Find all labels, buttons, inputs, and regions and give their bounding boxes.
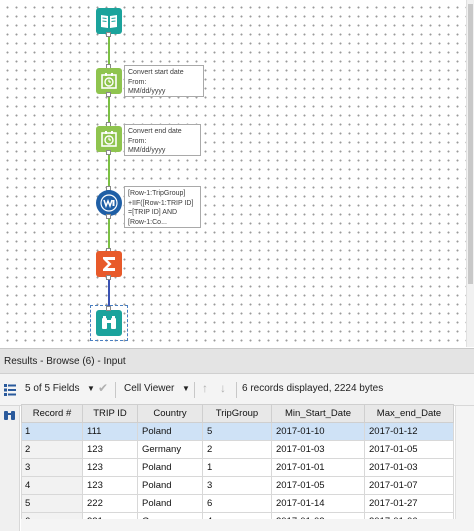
- table-cell[interactable]: Poland: [137, 458, 203, 477]
- table-cell[interactable]: 2017-01-07: [364, 476, 454, 495]
- annotation-line: [Row-1:Co...: [128, 218, 167, 226]
- connector-line: [108, 152, 110, 190]
- output-anchor[interactable]: [106, 92, 111, 97]
- scrollbar-thumb[interactable]: [468, 4, 473, 284]
- record-number-cell[interactable]: 2: [21, 440, 83, 459]
- table-cell[interactable]: 2017-01-03: [364, 458, 454, 477]
- toolbar-divider: [194, 382, 195, 398]
- table-row[interactable]: 3 123 Poland 1 2017-01-01 2017-01-03: [21, 458, 454, 477]
- tool-annotation: [Row-1:TripGroup] +IIF([Row-1:TRIP ID] =…: [124, 186, 201, 228]
- record-number-cell[interactable]: 3: [21, 458, 83, 477]
- table-cell[interactable]: Poland: [137, 494, 203, 513]
- results-vertical-scrollbar[interactable]: [455, 406, 474, 519]
- table-row[interactable]: 2 123 Germany 2 2017-01-03 2017-01-05: [21, 440, 454, 459]
- table-cell[interactable]: 2017-01-14: [271, 494, 365, 513]
- column-header[interactable]: TripGroup: [202, 404, 272, 423]
- browse-binoculars-icon: [3, 409, 16, 421]
- canvas-vertical-scrollbar[interactable]: [466, 0, 474, 347]
- table-cell[interactable]: 2017-01-27: [364, 494, 454, 513]
- table-cell[interactable]: 6: [202, 494, 272, 513]
- output-anchor[interactable]: [106, 214, 111, 219]
- records-info: 6 records displayed, 2224 bytes: [242, 383, 384, 394]
- table-row[interactable]: 5 222 Poland 6 2017-01-14 2017-01-27: [21, 494, 454, 513]
- annotation-line: MM/dd/yyyy: [128, 147, 166, 154]
- output-anchor[interactable]: [106, 32, 111, 37]
- datetime-tool-icon: [100, 72, 118, 90]
- toolbar-divider: [236, 382, 237, 398]
- multi-row-formula-icon: [100, 194, 118, 212]
- results-table: Record # TRIP ID Country TripGroup Min_S…: [21, 404, 454, 531]
- annotation-line: Convert end date: [128, 128, 182, 135]
- record-number-cell[interactable]: 1: [21, 422, 83, 441]
- annotation-line: From:: [128, 137, 147, 145]
- fields-selector[interactable]: 5 of 5 Fields: [25, 383, 79, 394]
- browse-binoculars-icon: [100, 315, 118, 331]
- checkmark-icon[interactable]: ✔: [98, 381, 108, 395]
- chevron-down-icon[interactable]: ▼: [87, 384, 95, 393]
- table-cell[interactable]: Poland: [137, 476, 203, 495]
- output-anchor[interactable]: [106, 275, 111, 280]
- table-cell[interactable]: Poland: [137, 422, 203, 441]
- tool-annotation: Convert end date From: MM/dd/yyyy: [124, 124, 201, 156]
- results-toolbar: 5 of 5 Fields ▼ ✔ Cell Viewer ▼ ↑ ↓ 6 re…: [0, 374, 474, 406]
- table-cell[interactable]: 111: [82, 422, 138, 441]
- results-side-strip: [0, 406, 20, 531]
- table-cell[interactable]: 3: [202, 476, 272, 495]
- column-header[interactable]: Min_Start_Date: [271, 404, 365, 423]
- column-header[interactable]: TRIP ID: [82, 404, 138, 423]
- table-row[interactable]: 4 123 Poland 3 2017-01-05 2017-01-07: [21, 476, 454, 495]
- table-cell[interactable]: 2017-01-10: [271, 422, 365, 441]
- workflow-canvas[interactable]: Convert start date From: MM/dd/yyyy Conv…: [0, 0, 474, 347]
- table-cell[interactable]: 2: [202, 440, 272, 459]
- annotation-line: =[TRIP ID] AND: [128, 209, 178, 216]
- input-anchor[interactable]: [106, 306, 111, 311]
- annotation-line: Convert start date: [128, 69, 184, 76]
- annotation-line: From:: [128, 78, 147, 86]
- table-cell[interactable]: Germany: [137, 440, 203, 459]
- table-cell[interactable]: 222: [82, 494, 138, 513]
- table-cell[interactable]: 2017-01-05: [271, 476, 365, 495]
- list-view-icon[interactable]: [4, 384, 16, 396]
- table-header-row: Record # TRIP ID Country TripGroup Min_S…: [21, 404, 454, 423]
- table-cell[interactable]: 123: [82, 440, 138, 459]
- arrow-down-icon[interactable]: ↓: [220, 381, 226, 395]
- summarize-tool[interactable]: [96, 251, 122, 277]
- datetime-tool-icon: [100, 130, 118, 148]
- results-title: Results - Browse (6) - Input: [4, 356, 126, 367]
- table-cell[interactable]: 2017-01-01: [271, 458, 365, 477]
- table-cell[interactable]: 2017-01-05: [364, 440, 454, 459]
- datetime-tool-end[interactable]: [96, 126, 122, 152]
- results-horizontal-scrollbar[interactable]: [21, 519, 474, 531]
- table-cell[interactable]: 2017-01-12: [364, 422, 454, 441]
- annotation-line: [Row-1:TripGroup]: [128, 190, 186, 197]
- browse-tool[interactable]: [96, 310, 122, 336]
- arrow-up-icon[interactable]: ↑: [202, 381, 208, 395]
- column-header[interactable]: Max_end_Date: [364, 404, 454, 423]
- table-cell[interactable]: 123: [82, 476, 138, 495]
- results-header: Results - Browse (6) - Input: [0, 348, 474, 374]
- toolbar-divider: [115, 382, 116, 398]
- multi-row-formula-tool[interactable]: [96, 190, 122, 216]
- table-cell[interactable]: 1: [202, 458, 272, 477]
- datetime-tool-start[interactable]: [96, 68, 122, 94]
- table-cell[interactable]: 2017-01-03: [271, 440, 365, 459]
- output-anchor[interactable]: [106, 150, 111, 155]
- annotation-line: +IIF([Row-1:TRIP ID]: [128, 199, 194, 207]
- record-number-cell[interactable]: 5: [21, 494, 83, 513]
- input-data-tool[interactable]: [96, 8, 122, 34]
- tool-annotation: Convert start date From: MM/dd/yyyy: [124, 65, 204, 97]
- column-header[interactable]: Country: [137, 404, 203, 423]
- input-data-book-icon: [100, 13, 118, 29]
- table-cell[interactable]: 5: [202, 422, 272, 441]
- annotation-line: MM/dd/yyyy: [128, 88, 166, 95]
- table-row[interactable]: 1 111 Poland 5 2017-01-10 2017-01-12: [21, 422, 454, 441]
- chevron-down-icon[interactable]: ▼: [182, 384, 190, 393]
- record-number-cell[interactable]: 4: [21, 476, 83, 495]
- connector-line: [108, 216, 110, 252]
- table-cell[interactable]: 123: [82, 458, 138, 477]
- column-header[interactable]: Record #: [21, 404, 83, 423]
- summarize-sigma-icon: [100, 255, 118, 273]
- cell-viewer-dropdown[interactable]: Cell Viewer: [124, 383, 174, 394]
